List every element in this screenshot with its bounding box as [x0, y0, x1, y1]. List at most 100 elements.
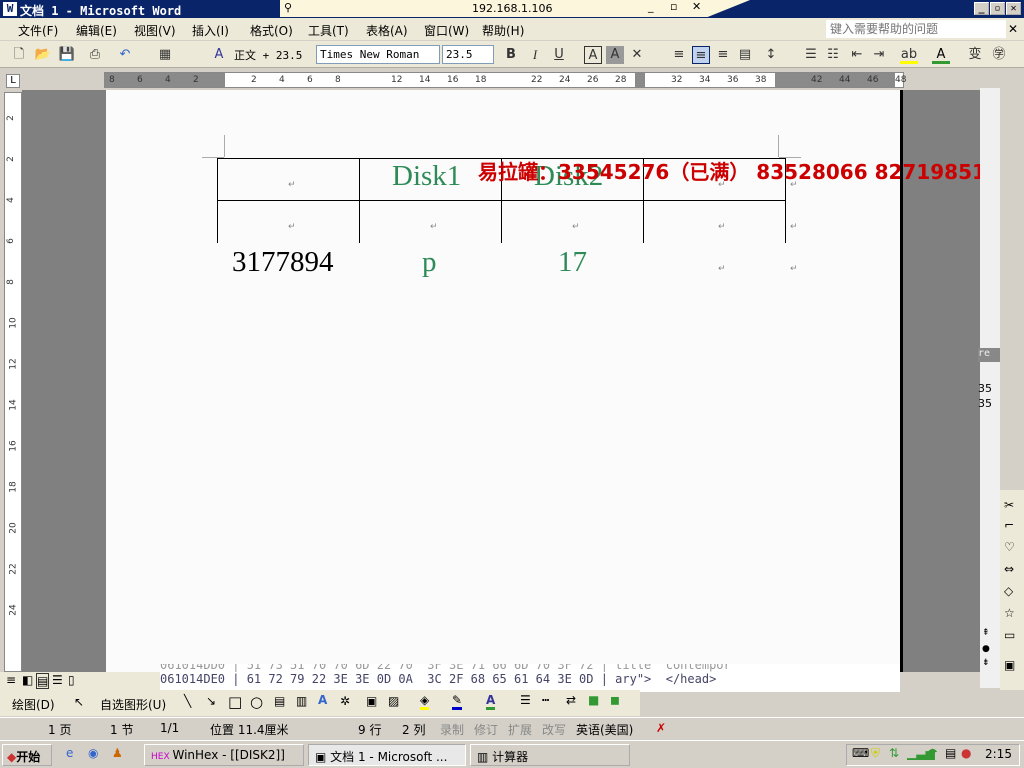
reading-view-icon[interactable]: ▯ [68, 673, 75, 687]
rectangle-icon[interactable]: □ [228, 693, 242, 711]
vertical-textbox-icon[interactable]: ▥ [296, 694, 307, 708]
dash-style-icon[interactable]: ┅ [542, 693, 549, 707]
arrow-style-icon[interactable]: ⇄ [566, 693, 576, 707]
block-arrows-icon[interactable]: ⇔ [1004, 562, 1014, 576]
italic-icon[interactable]: I [526, 46, 544, 64]
task-word[interactable]: ▣ 文档 1 - Microsoft ... [308, 744, 466, 766]
undo-icon[interactable]: ↶ [116, 46, 134, 64]
styles-icon[interactable]: A [210, 46, 228, 64]
pin-icon[interactable]: ⚲ [284, 1, 292, 14]
char-scale-icon[interactable]: ✕ [628, 46, 646, 64]
flowchart-icon[interactable]: ◇ [1004, 584, 1013, 598]
open-icon[interactable]: 📂 [34, 46, 52, 64]
line-color-icon[interactable]: ✎ [452, 693, 463, 710]
stars-icon[interactable]: ☆ [1004, 606, 1015, 620]
diagram-icon[interactable]: ✲ [340, 694, 350, 708]
print-icon[interactable]: ⎙ [86, 46, 104, 64]
qq-icon[interactable]: ♟ [112, 746, 123, 760]
menu-tools[interactable]: 工具(T) [308, 22, 349, 39]
app-tray-icon[interactable]: ● [961, 746, 971, 760]
restore-button[interactable]: ▫ [990, 2, 1005, 15]
menu-insert[interactable]: 插入(I) [192, 22, 229, 39]
draw-menu[interactable]: 绘图(D) [12, 696, 55, 713]
remote-close-button[interactable]: ✕ [692, 0, 701, 13]
close-doc-icon[interactable]: ✕ [1008, 22, 1018, 36]
menu-edit[interactable]: 编辑(E) [76, 22, 117, 39]
next-page-icon[interactable]: ⇟ [982, 658, 990, 668]
line-icon[interactable]: ╲ [184, 694, 191, 708]
line-spacing-icon[interactable]: ↕ [762, 46, 780, 64]
task-winhex[interactable]: HEX WinHex - [[DISK2]] [144, 744, 304, 766]
status-ovr[interactable]: 改写 [542, 721, 566, 738]
menu-help[interactable]: 帮助(H) [482, 22, 524, 39]
shape-icon[interactable]: ✂ [1004, 498, 1014, 512]
select-objects-icon[interactable]: ↖ [74, 695, 84, 709]
increase-indent-icon[interactable]: ⇥ [870, 46, 888, 64]
align-right-icon[interactable]: ≡ [714, 46, 732, 64]
prev-page-icon[interactable]: ⇞ [982, 628, 990, 638]
ie-icon[interactable]: e [66, 746, 73, 760]
menu-table[interactable]: 表格(A) [366, 22, 408, 39]
align-center-icon[interactable]: ≡ [692, 46, 710, 64]
textbox-icon[interactable]: ▤ [274, 694, 285, 708]
status-rec[interactable]: 录制 [440, 721, 464, 738]
picture-icon[interactable]: ▨ [388, 694, 399, 708]
numbering-icon[interactable]: ☰ [802, 46, 820, 64]
more-shapes-icon[interactable]: ▣ [1004, 658, 1015, 672]
close-button[interactable]: ✕ [1006, 2, 1021, 15]
basic-shapes-icon[interactable]: ♡ [1004, 540, 1015, 554]
minimize-button[interactable]: _ [974, 2, 989, 15]
outline-view-icon[interactable]: ☰ [52, 673, 63, 687]
print-view-icon[interactable]: ▤ [36, 673, 50, 689]
vertical-ruler[interactable]: 2 2 4 6 8 10 12 14 16 18 20 22 24 [4, 92, 22, 672]
distribute-icon[interactable]: ▤ [736, 46, 754, 64]
menu-file[interactable]: 文件(F) [18, 22, 58, 39]
clock[interactable]: 2:15 [985, 747, 1012, 761]
save-icon[interactable]: 💾 [58, 46, 76, 64]
menu-window[interactable]: 窗口(W) [424, 22, 469, 39]
security-icon[interactable]: ⛨ [871, 746, 880, 761]
browse-object-icon[interactable]: ● [982, 644, 990, 654]
horizontal-ruler[interactable]: 8 6 4 2 2 4 6 8 12 14 16 18 22 24 26 28 32 34 36 38 42 44 46 48 [104, 72, 906, 88]
normal-view-icon[interactable]: ≡ [6, 673, 16, 687]
table-icon[interactable]: ▦ [156, 46, 174, 64]
task-calculator[interactable]: ▥ 计算器 [470, 744, 630, 766]
tab-stop-selector[interactable]: L [6, 74, 20, 88]
char-shading-icon[interactable]: A [606, 46, 624, 64]
web-view-icon[interactable]: ◧ [22, 673, 33, 687]
3d-icon[interactable]: ◼ [610, 693, 620, 707]
status-trk[interactable]: 修订 [474, 721, 498, 738]
wordart-icon[interactable]: A [318, 693, 327, 707]
highlight-icon[interactable]: ab [900, 46, 918, 64]
new-icon[interactable]: 🗋 [10, 46, 28, 64]
callouts-icon[interactable]: ▭ [1004, 628, 1015, 642]
decrease-indent-icon[interactable]: ⇤ [848, 46, 866, 64]
shadow-icon[interactable]: ■ [588, 693, 599, 707]
size-select[interactable]: 23.5 [442, 45, 494, 64]
bold-icon[interactable]: B [502, 46, 520, 64]
justify-icon[interactable]: ≡ [670, 46, 688, 64]
server-icon[interactable]: ▤ [945, 746, 956, 760]
line-style-icon[interactable]: ☰ [520, 693, 531, 707]
clipart-icon[interactable]: ▣ [366, 694, 377, 708]
status-ext[interactable]: 扩展 [508, 721, 532, 738]
autoshapes-menu[interactable]: 自选图形(U) [100, 696, 166, 713]
remote-restore-button[interactable]: ▫ [670, 0, 677, 13]
font-color-icon[interactable]: A [486, 693, 496, 710]
menu-format[interactable]: 格式(O) [250, 22, 293, 39]
oval-icon[interactable]: ○ [250, 693, 263, 711]
connector-icon[interactable]: ⌐ [1004, 518, 1014, 532]
table-cell[interactable] [643, 200, 786, 243]
style-select[interactable]: 正文 + 23.5 [231, 45, 313, 64]
start-button[interactable]: ◆开始 [2, 744, 52, 766]
arrow-icon[interactable]: ↘ [206, 694, 216, 708]
font-select[interactable]: Times New Roman [316, 45, 440, 64]
menu-view[interactable]: 视图(V) [134, 22, 176, 39]
remote-minimize-button[interactable]: _ [648, 0, 654, 13]
bullets-icon[interactable]: ☷ [824, 46, 842, 64]
help-search-input[interactable] [826, 20, 1006, 38]
phonetic-icon[interactable]: 变 [966, 46, 984, 64]
char-border-icon[interactable]: A [584, 46, 602, 64]
network-icon[interactable]: ⇅ [889, 746, 899, 760]
spelling-status-icon[interactable]: ✗ [656, 721, 666, 735]
